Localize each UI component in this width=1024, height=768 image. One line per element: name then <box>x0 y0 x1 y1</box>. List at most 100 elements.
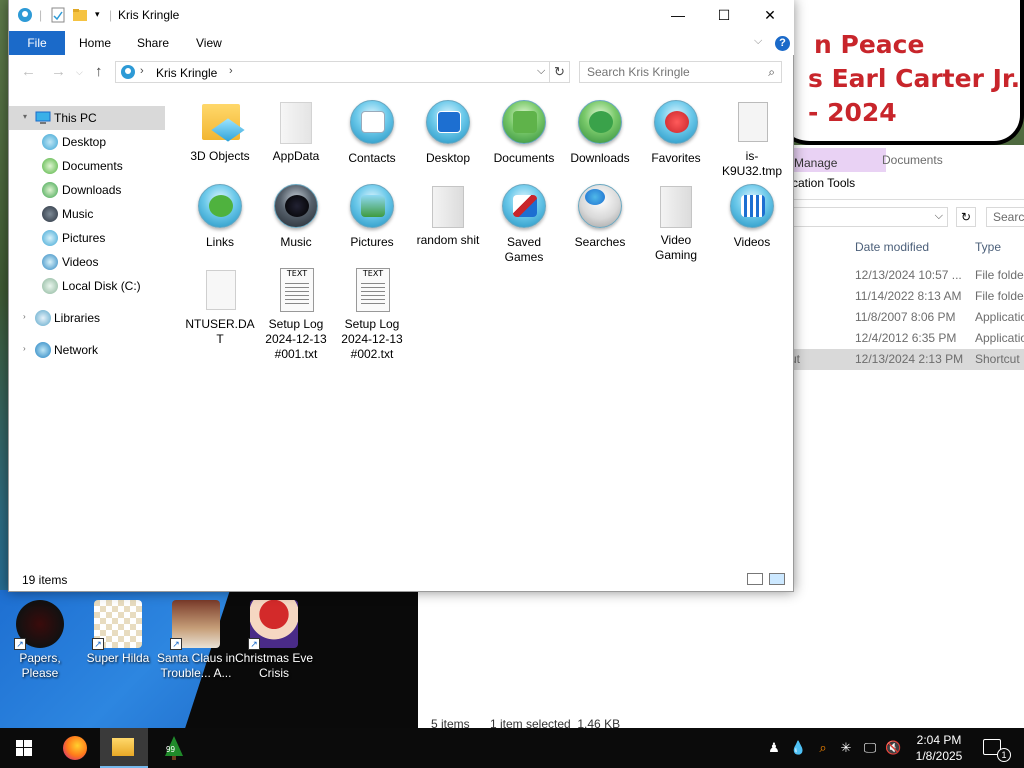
column-header-date-modified[interactable]: Date modified <box>855 240 929 254</box>
desktop-icon-christmas-eve-crisis[interactable]: ↗ Christmas Eve Crisis <box>234 600 314 681</box>
desktop-icon-label: Papers, Please <box>19 651 61 680</box>
drive-icon <box>42 278 58 294</box>
file-item[interactable]: Saved Games <box>489 182 559 265</box>
back-arrow-icon[interactable]: ← <box>21 63 36 80</box>
file-item[interactable]: random shit <box>413 182 483 248</box>
search-tray-icon[interactable]: ⌕ <box>815 740 831 756</box>
explorer-window[interactable]: | ▾ | Kris Kringle — ☐ ✕ File Home Share… <box>8 0 794 592</box>
file-list: 3D Objects AppData Contacts Desktop Docu… <box>185 98 785 568</box>
clock[interactable]: 2:04 PM 1/8/2025 <box>910 732 968 764</box>
table-row[interactable]: 11/8/2007 8:06 PM Applicatio <box>790 307 1024 328</box>
search-input[interactable] <box>580 62 760 82</box>
row-type: Applicatio <box>975 331 1024 345</box>
file-item[interactable]: Videos <box>717 182 787 250</box>
expand-chevron-icon[interactable]: › <box>23 344 26 353</box>
quick-access-dropdown-icon[interactable]: ▾ <box>95 9 100 20</box>
desktop-icon-papers-please[interactable]: ↗ Papers, Please <box>0 600 80 681</box>
chevron-down-icon: ⌵ <box>934 210 943 222</box>
address-dropdown-icon[interactable]: ⌵ <box>537 65 545 78</box>
nav-item-pictures[interactable]: Pictures <box>9 226 165 250</box>
file-item[interactable]: Contacts <box>337 98 407 166</box>
file-item[interactable]: Links <box>185 182 255 250</box>
table-row[interactable]: 12/4/2012 6:35 PM Applicatio <box>790 328 1024 349</box>
expand-chevron-icon[interactable]: ▾ <box>23 112 27 121</box>
file-item[interactable]: 3D Objects <box>185 98 255 164</box>
file-item-label: NTUSER.DAT <box>185 317 255 346</box>
documents-tab[interactable]: Documents <box>882 153 943 167</box>
nav-item-network[interactable]: › Network <box>9 338 165 362</box>
file-item-label: Saved Games <box>504 235 544 264</box>
network-icon <box>35 342 51 358</box>
help-button[interactable]: ? <box>775 36 790 51</box>
nav-item-videos[interactable]: Videos <box>9 250 165 274</box>
tab-share[interactable]: Share <box>137 31 169 55</box>
new-folder-icon[interactable] <box>72 7 88 23</box>
background-refresh-button[interactable]: ↻ <box>956 207 976 227</box>
minimize-button[interactable]: — <box>655 0 701 30</box>
tab-home[interactable]: Home <box>79 31 111 55</box>
nav-item-local-disk[interactable]: Local Disk (C:) <box>9 274 165 298</box>
file-item[interactable]: Documents <box>489 98 559 166</box>
banner-line-1: n Peace <box>814 30 925 59</box>
droplet-icon[interactable]: 💧 <box>790 740 806 756</box>
nav-item-libraries[interactable]: › Libraries <box>9 306 165 330</box>
nav-item-label: Pictures <box>62 231 106 245</box>
file-item[interactable]: Searches <box>565 182 635 250</box>
table-row[interactable]: 11/14/2022 8:13 AM File folde <box>790 286 1024 307</box>
background-address-bar[interactable]: ⌵ <box>790 207 948 227</box>
forward-arrow-icon[interactable]: → <box>51 63 66 80</box>
manage-tab[interactable]: Manage <box>790 148 886 172</box>
nav-item-documents[interactable]: Documents <box>9 154 165 178</box>
column-header-type[interactable]: Type <box>975 240 1001 254</box>
expand-chevron-icon[interactable]: › <box>23 312 26 321</box>
file-item[interactable]: is-K9U32.tmp <box>717 98 787 179</box>
nav-item-desktop[interactable]: Desktop <box>9 130 165 154</box>
item-count: 19 items <box>22 573 68 587</box>
taskbar-christmas-app[interactable]: 99 <box>150 728 198 768</box>
brightness-icon[interactable]: ✳ <box>838 740 854 756</box>
start-button[interactable] <box>0 728 48 768</box>
taskbar-firefox[interactable] <box>50 728 98 768</box>
file-item[interactable]: Favorites <box>641 98 711 166</box>
desktop-icon-super-hilda[interactable]: ↗ Super Hilda <box>78 600 158 666</box>
file-item[interactable]: TEXT Setup Log 2024-12-13 #001.txt <box>261 266 331 362</box>
close-button[interactable]: ✕ <box>747 0 793 30</box>
address-bar[interactable]: › Kris Kringle › ⌵ <box>115 61 550 83</box>
nav-item-music[interactable]: Music <box>9 202 165 226</box>
search-box[interactable]: ⌕ <box>579 61 782 83</box>
background-search-input[interactable]: Searc <box>986 207 1024 227</box>
breadcrumb-separator-icon[interactable]: › <box>140 65 144 77</box>
file-item[interactable]: Desktop <box>413 98 483 166</box>
expand-ribbon-chevron-icon[interactable]: ⌵ <box>754 35 762 48</box>
nav-item-downloads[interactable]: Downloads <box>9 178 165 202</box>
details-view-button[interactable] <box>747 573 763 585</box>
file-item[interactable]: Video Gaming <box>641 182 711 263</box>
desktop-icon-santa-claus-in-trouble[interactable]: ↗ Santa Claus in Trouble... A... <box>156 600 236 681</box>
taskbar-file-explorer[interactable] <box>100 728 148 768</box>
breadcrumb-separator-icon[interactable]: › <box>229 65 233 77</box>
up-arrow-icon[interactable]: ↑ <box>95 63 103 80</box>
text-file-tag: TEXT <box>286 269 308 278</box>
properties-icon[interactable] <box>50 7 66 23</box>
people-icon[interactable]: ♟ <box>766 740 782 756</box>
table-row-selected[interactable]: ut 12/13/2024 2:13 PM Shortcut <box>790 349 1024 370</box>
large-icons-view-button[interactable] <box>769 573 785 585</box>
maximize-button[interactable]: ☐ <box>701 0 747 30</box>
file-item[interactable]: Music <box>261 182 331 250</box>
breadcrumb-kris-kringle[interactable]: Kris Kringle <box>156 66 217 80</box>
recent-locations-chevron-icon[interactable]: ⌵ <box>76 67 83 78</box>
file-item-label: Videos <box>733 235 771 249</box>
refresh-button[interactable]: ↻ <box>550 61 570 83</box>
network-tray-icon[interactable]: 🖵 <box>862 740 878 756</box>
title-bar[interactable]: | ▾ | Kris Kringle — ☐ ✕ <box>9 0 794 31</box>
tab-file[interactable]: File <box>9 31 65 55</box>
file-item[interactable]: AppData <box>261 98 331 164</box>
file-item[interactable]: Pictures <box>337 182 407 250</box>
tab-view[interactable]: View <box>196 31 222 55</box>
nav-item-this-pc[interactable]: ▾ This PC <box>9 106 165 130</box>
file-item[interactable]: NTUSER.DAT <box>185 266 255 347</box>
volume-muted-icon[interactable]: 🔇 <box>885 740 901 756</box>
file-item[interactable]: Downloads <box>565 98 635 166</box>
file-item[interactable]: TEXT Setup Log 2024-12-13 #002.txt <box>337 266 407 362</box>
table-row[interactable]: 12/13/2024 10:57 ... File folde <box>790 265 1024 286</box>
